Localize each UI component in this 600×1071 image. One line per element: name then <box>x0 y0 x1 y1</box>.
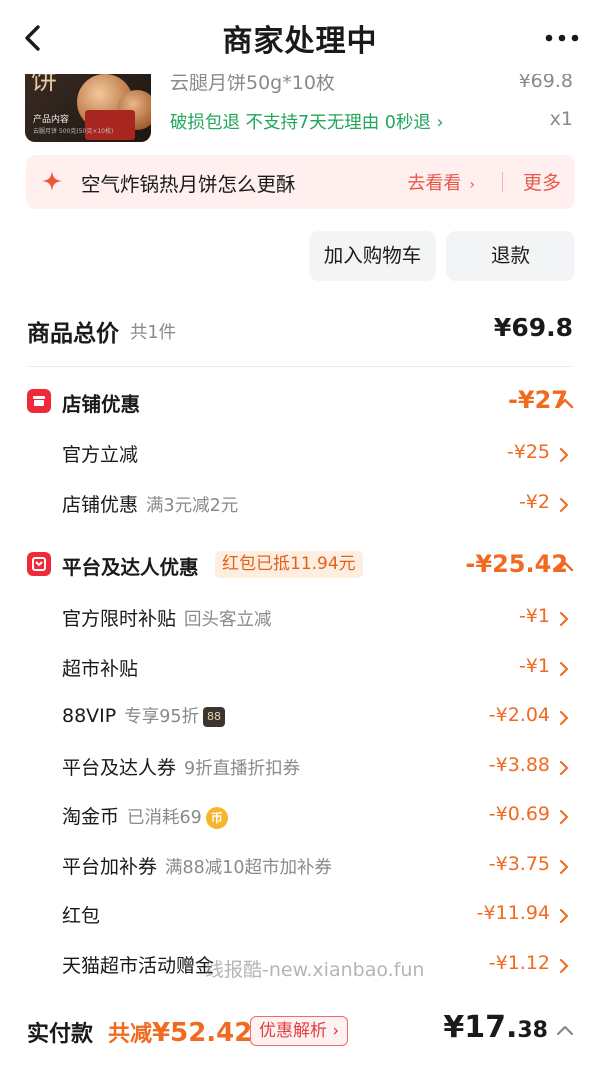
discount-label: 店铺优惠 <box>62 494 139 516</box>
discount-detail: 已消耗69 <box>127 808 202 828</box>
discount-amount: -¥25 <box>506 441 550 463</box>
platform-discount-icon <box>27 552 51 576</box>
discount-amount: -¥11.94 <box>476 902 550 924</box>
top-nav-bar: 商家处理中 <box>0 0 600 74</box>
discount-label: 官方立减 <box>62 444 139 466</box>
product-service-tags[interactable]: 破损包退 不支持7天无理由 0秒退 › <box>170 109 443 134</box>
discount-detail: 满88减10超市加补券 <box>165 858 333 878</box>
discount-label: 超市补贴 <box>62 658 139 680</box>
thumbnail-caption: 产品内容 <box>33 115 70 125</box>
go-look-link[interactable]: 去看看 › <box>407 169 475 195</box>
vip-88-badge-icon: 88 <box>203 707 226 727</box>
discount-row[interactable]: 官方限时补贴 回头客立减 -¥1 <box>0 602 600 634</box>
discount-amount: -¥3.88 <box>488 754 550 776</box>
chevron-right-icon <box>560 860 568 874</box>
final-paid-amount: ¥17.38 <box>443 1010 548 1045</box>
discount-label: 红包 <box>62 905 101 927</box>
watermark: 线报酷-new.xianbao.fun <box>205 959 425 981</box>
more-link[interactable]: 更多 <box>523 168 561 195</box>
discount-analysis-button[interactable]: 优惠解析 › <box>250 1016 349 1046</box>
more-dots-icon <box>545 34 579 42</box>
discount-detail: 满3元减2元 <box>146 496 239 516</box>
discount-amount: -¥2 <box>518 491 550 513</box>
goods-count: 共1件 <box>130 323 177 343</box>
chevron-right-icon <box>560 498 568 512</box>
discount-row[interactable]: 官方立减 -¥25 <box>0 438 600 470</box>
discount-amount: -¥2.04 <box>488 704 550 726</box>
chevron-right-icon <box>560 761 568 775</box>
store-discount-title: 店铺优惠 <box>62 393 141 416</box>
discount-detail: 回头客立减 <box>184 610 272 630</box>
discount-row[interactable]: 店铺优惠 满3元减2元 -¥2 <box>0 488 600 520</box>
discount-amount: -¥0.69 <box>488 803 550 825</box>
discount-label: 天猫超市活动赠金 <box>62 955 215 977</box>
chevron-right-icon <box>560 612 568 626</box>
discount-label: 88VIP <box>62 705 117 727</box>
discount-row[interactable]: 淘金币 已消耗69 币 -¥0.69 <box>0 800 600 832</box>
discount-row[interactable]: 红包 -¥11.94 <box>0 899 600 931</box>
goods-total-label: 商品总价 <box>27 321 119 347</box>
discount-row[interactable]: 88VIP 专享95折 88 -¥2.04 <box>0 701 600 733</box>
discount-detail: 专享95折 <box>124 707 200 727</box>
discount-label: 平台加补券 <box>62 856 158 878</box>
platform-discount-title: 平台及达人优惠 <box>62 556 199 579</box>
collapse-caret-icon[interactable] <box>556 560 574 572</box>
goods-total-row: 商品总价 共1件 ¥69.8 <box>27 312 573 352</box>
banner-text: 空气炸锅热月饼怎么更酥 <box>81 173 296 196</box>
platform-discount-total[interactable]: -¥25.42 <box>465 550 568 578</box>
expand-caret-icon[interactable] <box>556 1024 574 1036</box>
paid-label: 实付款 <box>27 1022 94 1047</box>
chevron-right-icon <box>560 909 568 923</box>
total-saved: 共减¥52.42 <box>108 1018 253 1048</box>
discount-amount: -¥1 <box>518 655 550 677</box>
discount-row[interactable]: 超市补贴 -¥1 <box>0 652 600 684</box>
discount-label: 官方限时补贴 <box>62 608 177 630</box>
discount-label: 淘金币 <box>62 806 120 828</box>
chevron-right-icon <box>560 448 568 462</box>
collapse-caret-icon[interactable] <box>556 397 574 409</box>
store-discount-icon <box>27 389 51 413</box>
taojinbi-coin-icon: 币 <box>205 807 228 829</box>
sparkle-icon <box>42 171 62 191</box>
payment-summary-bar: 实付款 共减¥52.42 优惠解析 › ¥17.38 <box>0 996 600 1071</box>
add-to-cart-button[interactable]: 加入购物车 <box>309 231 436 281</box>
chevron-right-icon <box>560 662 568 676</box>
discount-amount: -¥3.75 <box>488 853 550 875</box>
discount-amount: -¥1 <box>518 605 550 627</box>
page-title: 商家处理中 <box>222 24 378 59</box>
goods-total-amount: ¥69.8 <box>493 313 573 342</box>
divider <box>27 366 573 367</box>
discount-amount: -¥1.12 <box>488 952 550 974</box>
more-options-button[interactable] <box>542 22 582 54</box>
chevron-right-icon <box>560 959 568 973</box>
banner-divider <box>502 172 503 192</box>
discount-label: 平台及达人券 <box>62 757 177 779</box>
chevron-right-icon <box>560 810 568 824</box>
chevron-right-icon <box>560 711 568 725</box>
discount-row[interactable]: 平台加补券 满88减10超市加补券 -¥3.75 <box>0 850 600 882</box>
red-packet-chip: 红包已抵11.94元 <box>215 551 363 578</box>
discount-row[interactable]: 平台及达人券 9折直播折扣券 -¥3.88 <box>0 751 600 783</box>
discount-detail: 9折直播折扣券 <box>184 759 301 779</box>
tip-banner[interactable]: 空气炸锅热月饼怎么更酥 去看看 › 更多 <box>26 155 575 209</box>
product-quantity: x1 <box>549 108 573 130</box>
refund-button[interactable]: 退款 <box>446 231 575 281</box>
gift-box-graphic <box>85 110 135 140</box>
thumbnail-subcaption: 云腿月饼 500克(50克×10枚) <box>33 128 114 135</box>
